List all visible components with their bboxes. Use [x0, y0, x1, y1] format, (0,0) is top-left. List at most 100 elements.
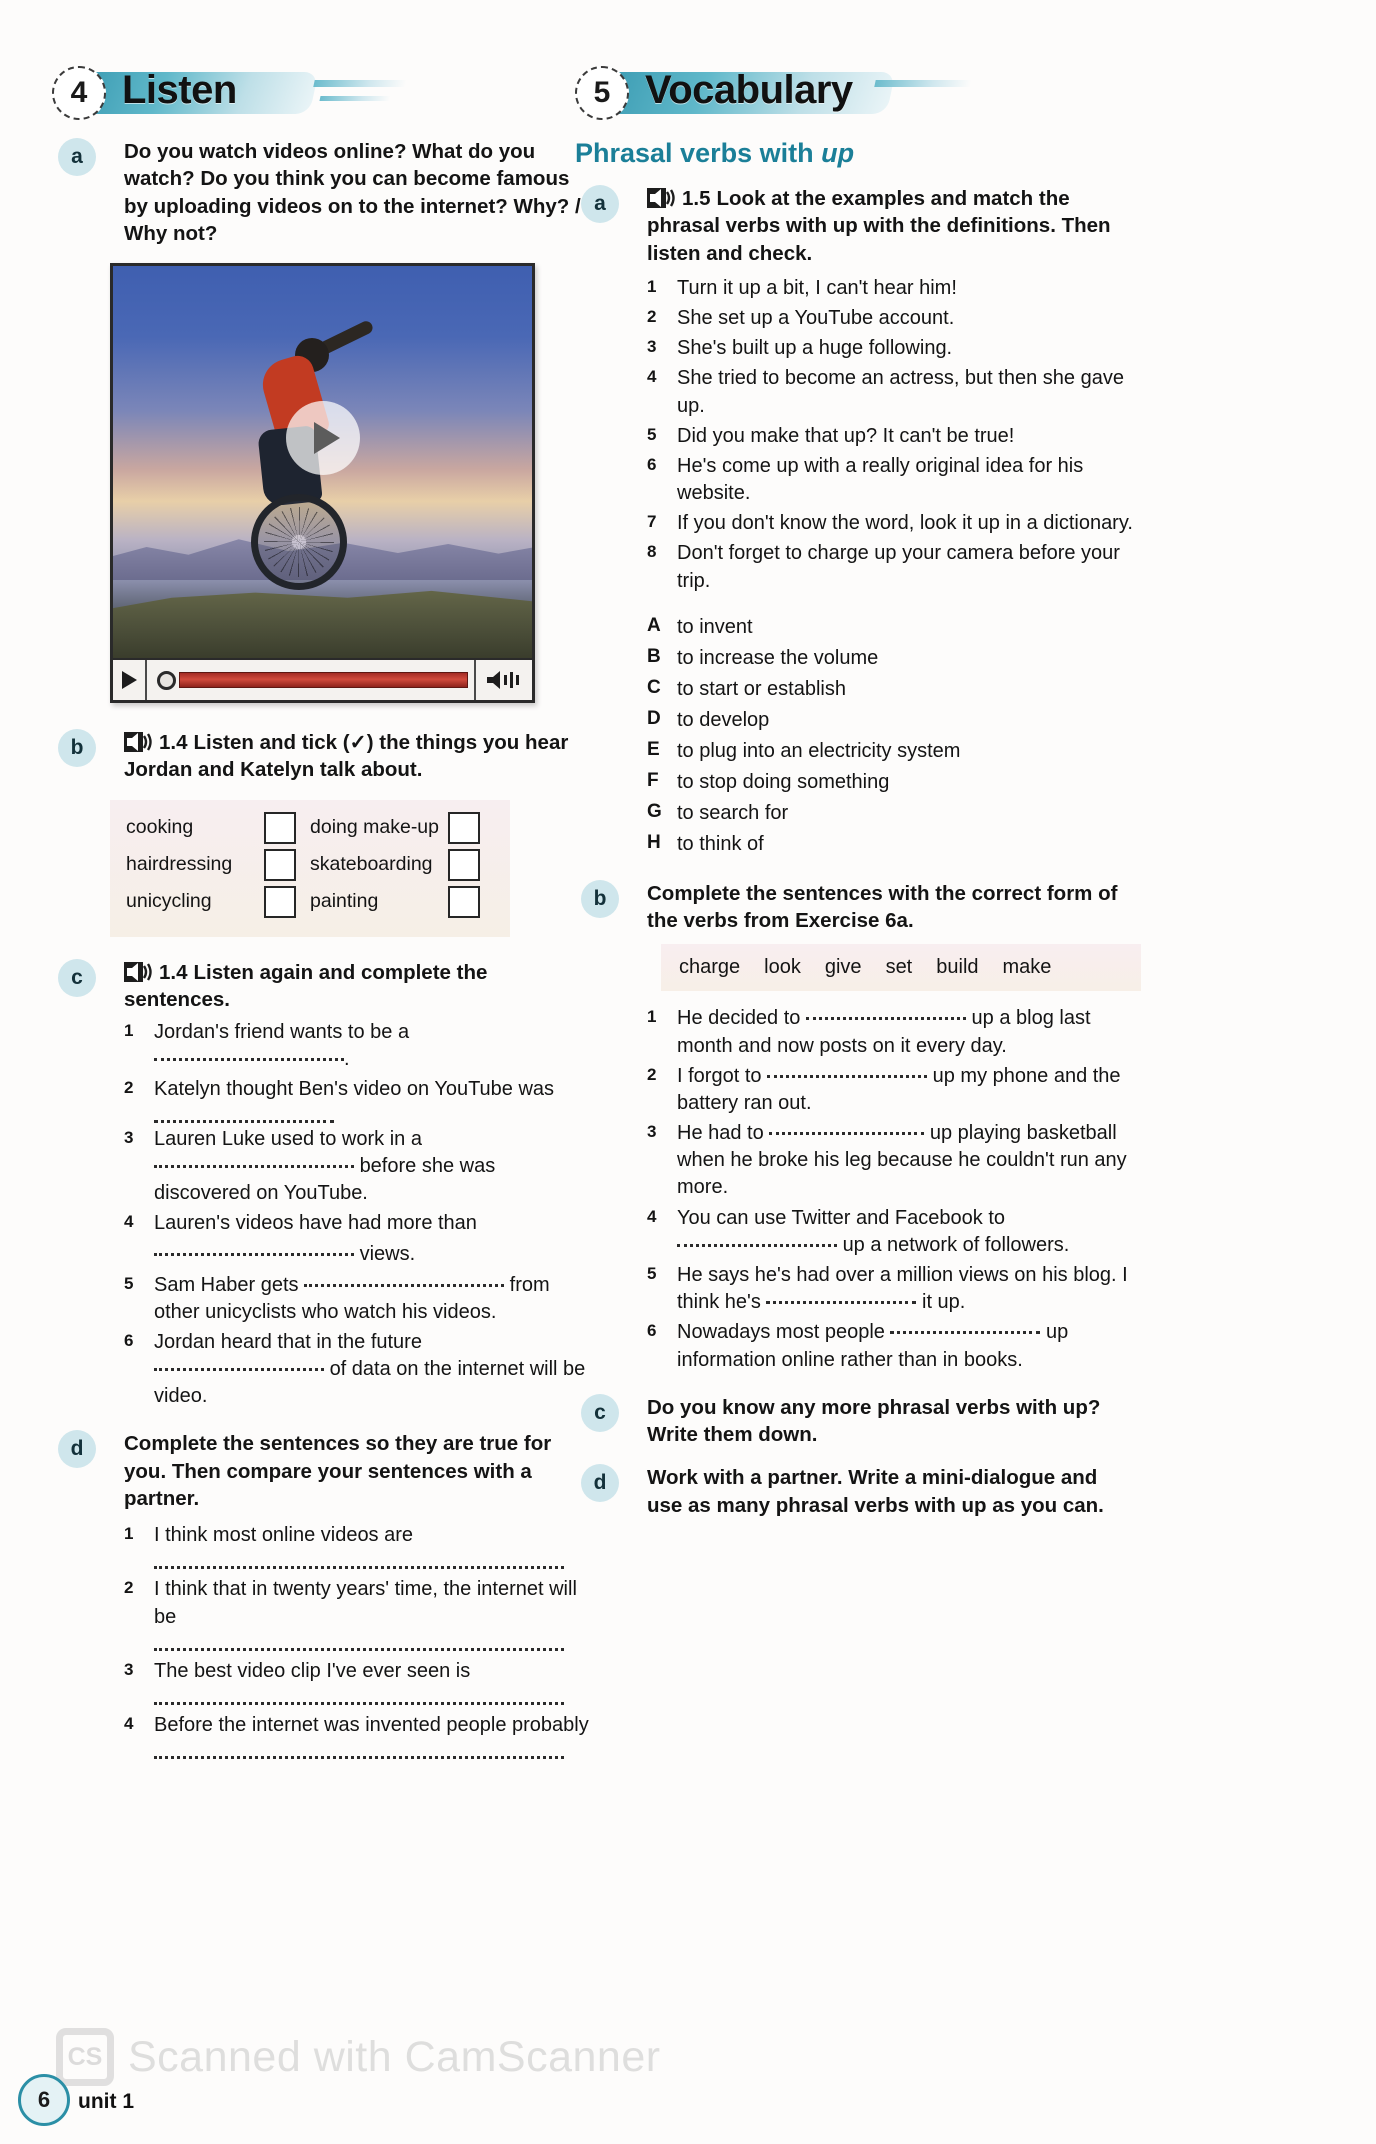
tick-cell[interactable]: doing make-up	[310, 811, 494, 844]
answer-blank[interactable]	[805, 1006, 966, 1021]
answer-blank[interactable]	[154, 1742, 564, 1760]
checkbox[interactable]	[448, 848, 480, 881]
answer-blank[interactable]	[154, 1634, 564, 1651]
answer-blank[interactable]	[154, 1552, 564, 1570]
item-text-pre: I forgot to	[677, 1064, 762, 1087]
exercise-4b-text: 1.4 Listen and tick (✓) the things you he…	[124, 729, 592, 784]
word-bank-item[interactable]: give	[825, 956, 862, 979]
seek-handle[interactable]	[157, 670, 176, 690]
list-item: 4 She tried to become an actress, but the…	[647, 365, 1135, 419]
item-number: 4	[124, 1713, 134, 1733]
checkbox[interactable]	[264, 811, 296, 844]
exercise-5d-text: Work with a partner. Write a mini-dialog…	[647, 1466, 1104, 1517]
play-icon[interactable]	[113, 660, 147, 700]
tick-options-table: cooking doing make-up hairdressing skate…	[110, 799, 510, 937]
answer-blank[interactable]	[154, 1109, 334, 1123]
item-text-pre: He decided to	[677, 1007, 801, 1030]
list-item: Dto develop	[647, 706, 1135, 734]
answer-blank[interactable]	[677, 1233, 837, 1247]
item-text: Jordan's friend wants to be a	[154, 1021, 410, 1043]
item-text: Don't forget to charge up your camera be…	[677, 542, 1120, 592]
checkbox[interactable]	[448, 811, 480, 844]
word-bank-item[interactable]: make	[1003, 956, 1052, 979]
exercise-4c-items: 1 Jordan's friend wants to be a . 2 Kate…	[124, 1019, 592, 1410]
list-item: 4 Before the internet was invented peopl…	[124, 1712, 592, 1760]
page-number: 6	[18, 2074, 70, 2126]
camscanner-badge-icon: CS	[56, 2028, 114, 2086]
item-number: 1	[647, 276, 657, 296]
play-button-overlay-icon[interactable]	[285, 401, 360, 476]
volume-icon[interactable]	[474, 660, 532, 700]
audio-speaker-icon[interactable]	[647, 187, 677, 209]
seek-bar[interactable]	[147, 660, 474, 700]
tick-cell[interactable]: painting	[310, 885, 494, 918]
item-number: 4	[124, 1212, 134, 1232]
definition-text: to plug into an electricity system	[677, 739, 961, 762]
word-bank-item[interactable]: look	[764, 956, 801, 979]
answer-blank[interactable]	[154, 1154, 354, 1168]
answer-blank[interactable]	[890, 1320, 1041, 1335]
item-number: 1	[124, 1524, 134, 1544]
audio-speaker-icon[interactable]	[124, 731, 154, 753]
answer-blank[interactable]	[766, 1290, 917, 1305]
item-number: 6	[124, 1330, 134, 1350]
answer-blank[interactable]	[154, 1047, 344, 1062]
phrasal-verb-examples: 1 Turn it up a bit, I can't hear him! 2 Sh…	[647, 275, 1135, 595]
answer-blank[interactable]	[154, 1242, 354, 1257]
section-header-listen: 4 Listen	[52, 62, 592, 124]
section-number-badge: 5	[575, 66, 629, 120]
list-item: 3 She's built up a huge following.	[647, 335, 1135, 362]
video-screen[interactable]	[113, 266, 532, 658]
definition-text: to think of	[677, 832, 764, 855]
tick-cell[interactable]: unicycling	[126, 885, 310, 918]
track-number-5a: 1.5	[682, 187, 711, 210]
item-number: 3	[124, 1127, 134, 1147]
word-bank-item[interactable]: charge	[679, 956, 740, 979]
exercise-4a: a Do you watch videos online? What do yo…	[52, 138, 592, 247]
answer-blank[interactable]	[304, 1273, 505, 1287]
item-number: 6	[647, 1321, 657, 1341]
checkbox[interactable]	[448, 885, 480, 918]
item-number: 4	[647, 367, 657, 387]
list-item: Eto plug into an electricity system	[647, 737, 1135, 765]
checkbox[interactable]	[264, 848, 296, 881]
section-title: Listen	[122, 68, 237, 112]
tick-label: skateboarding	[310, 853, 433, 875]
unit-label: unit 1	[78, 2090, 134, 2113]
definition-text: to develop	[677, 708, 770, 731]
item-text: Before the internet was invented people …	[154, 1713, 589, 1736]
definition-text: to increase the volume	[677, 646, 879, 669]
item-text: Did you make that up? It can't be true!	[677, 424, 1015, 447]
answer-blank[interactable]	[769, 1121, 925, 1136]
track-number-4c: 1.4	[159, 960, 188, 984]
word-bank-item[interactable]: set	[886, 956, 913, 979]
list-item: 2 I forgot to up my phone and the batter…	[647, 1063, 1135, 1117]
item-number: 5	[647, 1264, 657, 1283]
tick-cell[interactable]: cooking	[126, 811, 310, 844]
answer-blank[interactable]	[154, 1357, 324, 1372]
item-number: 5	[124, 1273, 134, 1293]
word-bank-item[interactable]: build	[936, 956, 978, 979]
item-text: Sam Haber gets	[154, 1273, 299, 1296]
item-number: 3	[647, 1122, 657, 1142]
item-text-post: up a network of followers.	[842, 1233, 1070, 1256]
tick-cell[interactable]: skateboarding	[310, 848, 494, 881]
definition-text: to stop doing something	[677, 770, 890, 793]
answer-blank[interactable]	[154, 1688, 564, 1705]
progress-fill[interactable]	[179, 672, 468, 688]
subtitle-italic: up	[821, 138, 855, 168]
list-item: 1 I think most online videos are	[124, 1522, 592, 1570]
tick-cell[interactable]: hairdressing	[126, 848, 310, 881]
list-item: 4 You can use Twitter and Facebook to up…	[647, 1205, 1135, 1259]
definition-letter: F	[647, 769, 659, 791]
item-number: 2	[124, 1578, 134, 1598]
list-item: Fto stop doing something	[647, 768, 1135, 796]
audio-speaker-icon[interactable]	[124, 961, 154, 983]
tick-label: hairdressing	[126, 853, 233, 875]
checkbox[interactable]	[264, 885, 296, 918]
list-item: 5 He says he's had over a million views …	[647, 1262, 1135, 1316]
answer-blank[interactable]	[767, 1064, 928, 1078]
video-player[interactable]	[110, 263, 535, 703]
video-control-bar[interactable]	[113, 658, 532, 700]
list-item: 2 Katelyn thought Ben's video on YouTube…	[124, 1076, 592, 1123]
